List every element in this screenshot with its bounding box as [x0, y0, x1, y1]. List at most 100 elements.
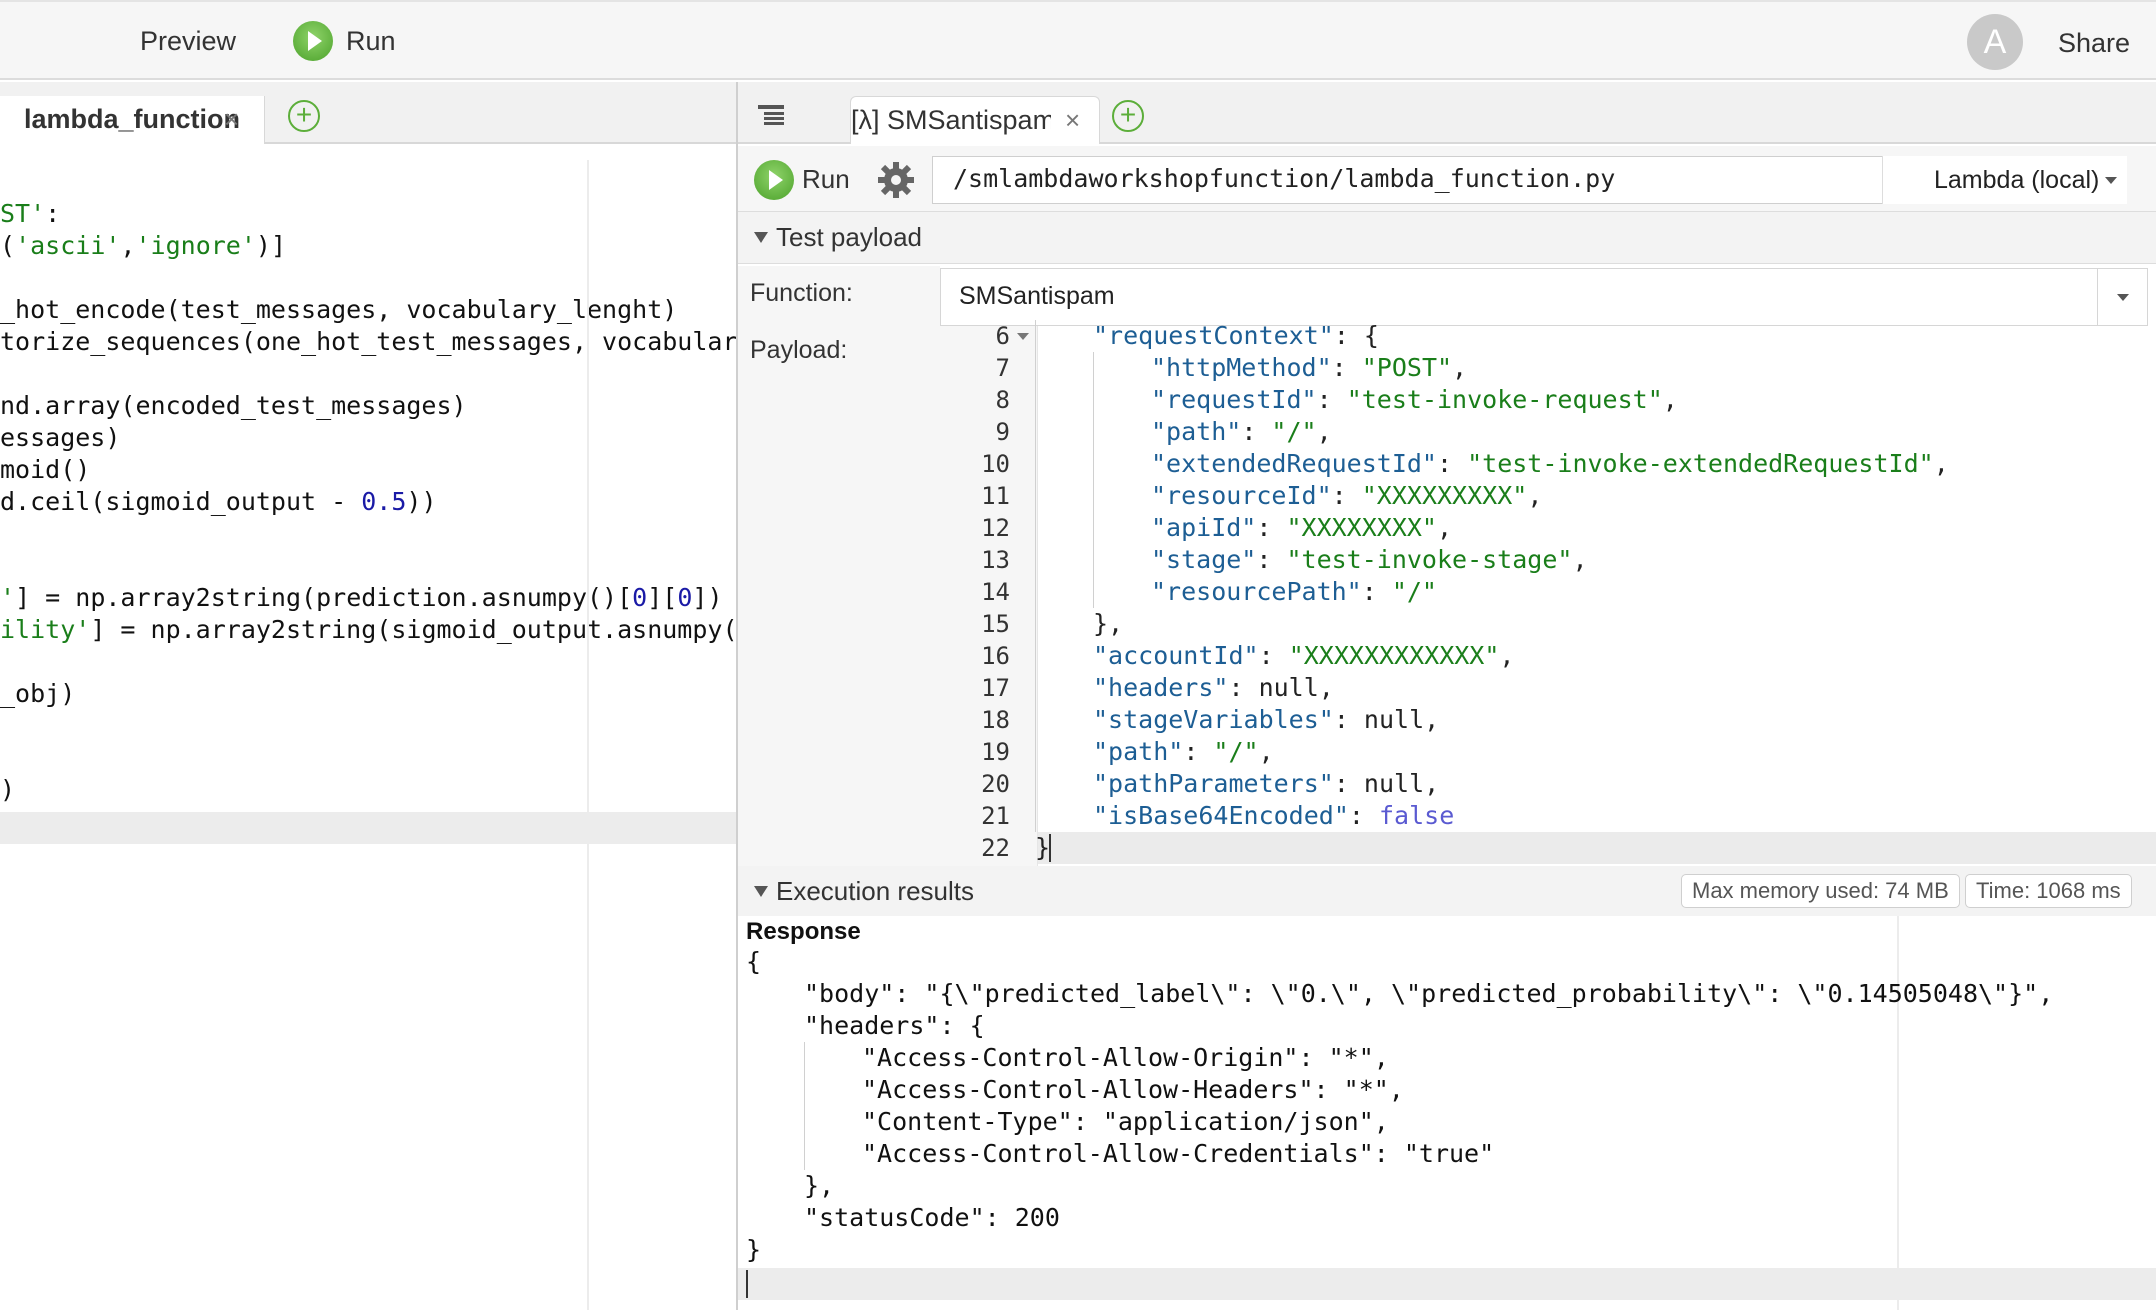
code-token: torize_sequences(one_hot_test_messages, …: [0, 327, 736, 356]
code-token: :: [45, 199, 61, 228]
code-line: '] = np.array2string(prediction.asnumpy(…: [0, 582, 723, 614]
add-tab-icon[interactable]: +: [288, 100, 320, 132]
tab-lambda-function[interactable]: lambda_function ×: [0, 96, 265, 144]
code-token: "XXXXXXXX": [1286, 513, 1437, 542]
payload-line: "httpMethod": "POST",: [1151, 352, 1467, 384]
code-token: :: [1361, 577, 1392, 606]
active-line-highlight: [0, 812, 736, 844]
indent-guide: [1035, 640, 1036, 672]
code-token: false: [1378, 801, 1455, 830]
code-token: nd.array(encoded_test_messages): [0, 391, 467, 420]
code-token: "test-invoke-request": [1346, 385, 1663, 414]
indent-guide: [1035, 672, 1036, 704]
code-token: :: [1256, 545, 1287, 574]
code-token: :: [1331, 481, 1362, 510]
fold-icon[interactable]: [1017, 333, 1029, 340]
code-token: ility': [0, 615, 91, 644]
code-editor[interactable]: ST': ('ascii','ignore')] _hot_encode(test_…: [0, 160, 736, 1310]
code-token: )]: [255, 231, 287, 260]
code-line: nd.array(encoded_test_messages): [0, 390, 467, 422]
code-token: : null,: [1333, 705, 1440, 734]
active-line-highlight: [940, 832, 2156, 864]
file-list-icon[interactable]: [756, 102, 786, 128]
preview-menu[interactable]: Preview: [140, 22, 236, 60]
line-number: 21: [981, 802, 1010, 830]
function-label: Function:: [750, 279, 853, 307]
indent-guide: [1093, 512, 1094, 544]
response-line: "Content-Type": "application/json",: [862, 1107, 1389, 1136]
payload-line: },: [1093, 608, 1123, 640]
code-token: }: [1035, 833, 1051, 862]
line-number: 14: [981, 578, 1010, 606]
code-token: ST': [0, 199, 46, 228]
payload-line: "extendedRequestId": "test-invoke-extend…: [1151, 448, 1949, 480]
indent-guide: [1035, 416, 1036, 448]
share-button[interactable]: Share: [2058, 24, 2130, 62]
indent-guide: [1035, 448, 1036, 480]
payload-line: "isBase64Encoded": false: [1093, 800, 1454, 832]
gear-icon[interactable]: [876, 160, 916, 200]
print-margin: [1897, 916, 1899, 1310]
code-token: "/": [1213, 737, 1259, 766]
payload-line: "resourceId": "XXXXXXXXX",: [1151, 480, 1542, 512]
response-line: {: [746, 947, 762, 976]
indent-guide: [1035, 480, 1036, 512]
response-line: "Access-Control-Allow-Headers": "*",: [862, 1075, 1404, 1104]
code-token: :: [1258, 641, 1289, 670]
left-tab-bar: lambda_function × +: [0, 82, 736, 144]
run-icon[interactable]: [754, 160, 794, 200]
code-line: d.ceil(sigmoid_output - 0.5)): [0, 486, 437, 518]
code-token: ,: [1436, 513, 1453, 542]
response-line: "body": "{\"predicted_label\": \"0.\", \…: [804, 979, 2054, 1008]
environment-select[interactable]: Lambda (local): [1882, 156, 2127, 204]
line-number: 8: [995, 386, 1010, 414]
indent-guide: [1035, 384, 1036, 416]
line-number: 13: [981, 546, 1010, 574]
function-dropdown-button[interactable]: [2097, 269, 2147, 325]
avatar[interactable]: A: [1967, 14, 2023, 70]
code-token: "XXXXXXXXXXXX": [1288, 641, 1500, 670]
code-token: )): [406, 487, 437, 516]
test-payload-header[interactable]: Test payload: [738, 212, 2156, 264]
indent-guide: [804, 1074, 805, 1106]
run-button[interactable]: Run: [802, 160, 850, 198]
code-token: ,: [1452, 353, 1468, 382]
payload-line: "apiId": "XXXXXXXX",: [1151, 512, 1452, 544]
indent-guide: [1035, 544, 1036, 576]
payload-label: Payload:: [750, 336, 848, 364]
run-menu[interactable]: Run: [346, 22, 396, 60]
line-number: 7: [995, 354, 1010, 382]
tab-smsantispam[interactable]: [λ] SMSantispam ×: [850, 96, 1100, 144]
collapse-icon: [754, 886, 768, 897]
payload-line: "requestId": "test-invoke-request",: [1151, 384, 1678, 416]
code-token: "requestContext": [1093, 321, 1334, 350]
close-icon[interactable]: ×: [1065, 105, 1080, 136]
indent-guide: [1035, 320, 1036, 352]
payload-line: "path": "/",: [1151, 416, 1332, 448]
chevron-down-icon: [2117, 294, 2129, 301]
line-number: 9: [995, 418, 1010, 446]
indent-guide: [1035, 704, 1036, 736]
code-token: "extendedRequestId": [1151, 449, 1437, 478]
code-token: ][: [647, 583, 678, 612]
payload-line: "headers": null,: [1093, 672, 1334, 704]
response-line: "headers": {: [804, 1011, 985, 1040]
response-label: Response: [746, 918, 861, 945]
payload-line: "resourcePath": "/": [1151, 576, 1437, 608]
indent-guide: [1093, 544, 1094, 576]
add-tab-icon[interactable]: +: [1112, 100, 1144, 132]
function-select[interactable]: SMSantispam: [940, 268, 2148, 326]
code-token: "POST": [1361, 353, 1453, 382]
close-icon[interactable]: ×: [224, 104, 239, 135]
code-token: "requestId": [1151, 385, 1317, 414]
run-icon[interactable]: [293, 21, 333, 61]
code-token: "apiId": [1151, 513, 1257, 542]
code-line: _hot_encode(test_messages, vocabulary_le…: [0, 294, 677, 326]
print-margin: [587, 160, 589, 1310]
code-token: ,: [1933, 449, 1949, 478]
code-token: ] = np.array2string(sigmoid_output.asnum…: [90, 615, 736, 644]
code-token: 0: [632, 583, 648, 612]
payload-line: "stage": "test-invoke-stage",: [1151, 544, 1588, 576]
payload-line: "requestContext": {: [1093, 320, 1379, 352]
response-line: "statusCode": 200: [804, 1203, 1060, 1232]
